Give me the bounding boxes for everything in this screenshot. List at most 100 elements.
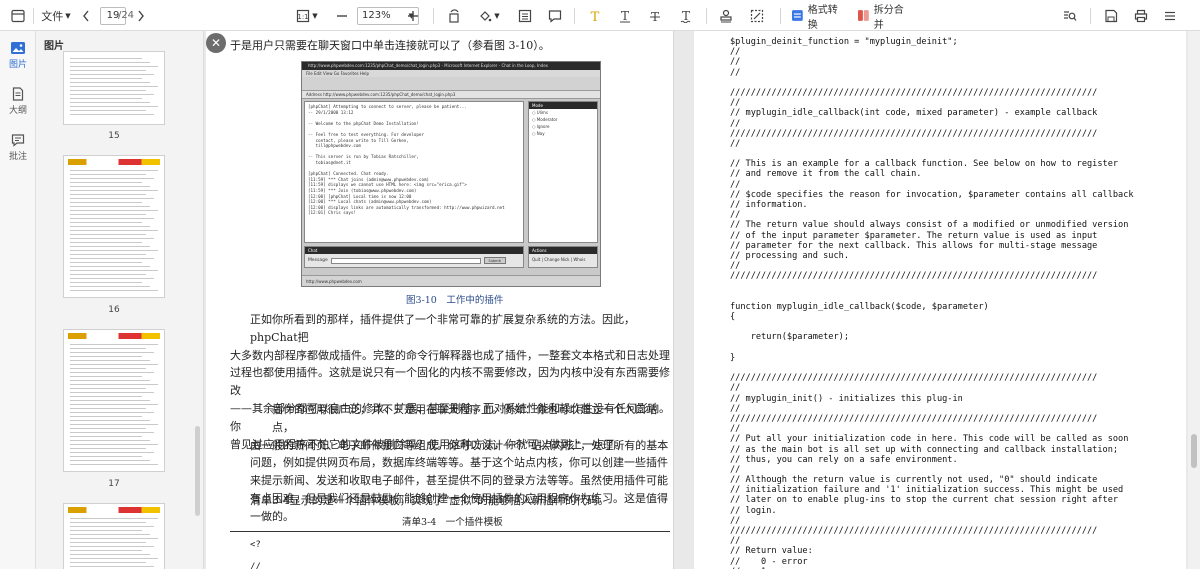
format-convert-button[interactable]: 格式转换 [791, 0, 847, 31]
page-thumbnail-number: 15 [108, 131, 120, 141]
rail-item-outline[interactable]: 大纲 [0, 81, 36, 121]
page-fit-button[interactable]: 1:1 ▼ [292, 0, 322, 31]
code-line: // [730, 67, 741, 78]
close-panel-button[interactable]: ✕ [206, 33, 226, 53]
thumbnail-text-line [70, 412, 154, 413]
code-line: // [730, 98, 741, 109]
document-viewer: ✕ 于是用户只需要在聊天窗口中单击连接就可以了（参看图 3-10）。 http:… [204, 31, 1200, 569]
split-merge-button[interactable]: 拆分合并 [857, 0, 913, 31]
code-line: // [730, 403, 741, 414]
save-button[interactable] [1102, 0, 1120, 31]
text-squiggly-icon: T [680, 9, 691, 23]
thumbnail-text-line [70, 82, 150, 83]
more-menu-button[interactable] [1161, 0, 1179, 31]
toolbar-separator [574, 8, 575, 24]
thumbnail-text-line [70, 408, 146, 409]
rail-item-comments[interactable]: 批注 [0, 127, 36, 167]
rail-item-label: 批注 [8, 151, 27, 162]
thumbnail-text-line [70, 452, 154, 453]
code-line: $plugin_deinit_function = "myplugin_dein… [730, 37, 958, 47]
split-merge-label: 拆分合并 [873, 4, 904, 31]
code-line: // [730, 536, 741, 547]
thumbnail-text-line [70, 218, 154, 219]
signature-button[interactable] [748, 0, 766, 31]
code-line: // The return value should always consis… [730, 220, 1129, 231]
code-line: // [730, 57, 741, 68]
zoom-out-button[interactable] [335, 0, 349, 31]
thumbnail-text-line [70, 102, 150, 103]
caret-down-icon: ▼ [312, 11, 318, 20]
read-mode-button[interactable] [516, 0, 534, 31]
text-line: 过程也都使用插件。这就是说只有一个固化的内核不需要修改，因为内核中没有东西需要修… [230, 366, 670, 398]
thumbnail-text-line [70, 242, 142, 243]
page-thumbnail[interactable] [63, 155, 165, 298]
toolbar-separator [780, 8, 781, 24]
strikethrough-text-button[interactable]: T [646, 0, 664, 31]
thumbnail-text-line [70, 424, 158, 425]
thumbnail-text-line [70, 526, 154, 527]
thumbnail-text-line [70, 70, 146, 71]
thumbnail-text-line [70, 222, 142, 223]
signature-icon [750, 9, 764, 22]
code-line: // $code specifies the reason for invoca… [730, 189, 1134, 200]
thumbnail-text-line [70, 542, 146, 543]
thumbnail-text-line [70, 74, 154, 75]
intro-text: 于是用户只需要在聊天窗口中单击连接就可以了（参看图 3-10）。 [230, 39, 550, 52]
rail-item-images[interactable]: 图片 [0, 35, 36, 75]
menu-toggle-button[interactable] [8, 0, 28, 31]
thumbnail-text-line [70, 110, 146, 111]
text-strike-icon: T [650, 10, 660, 23]
code-line: { [730, 312, 736, 323]
figure-menu-bar: File Edit View Go Favorites Help [302, 70, 600, 77]
comment-button[interactable] [546, 0, 564, 31]
squiggly-text-button[interactable]: T [677, 0, 695, 31]
prev-page-button[interactable] [80, 0, 92, 31]
thumbnail-text-line [70, 246, 150, 247]
thumbnail-text-line [70, 538, 158, 539]
figure-actions-panel: Actions Quit | Change Nick | Whois [528, 246, 598, 268]
code-line: // [730, 210, 741, 221]
highlight-text-button[interactable]: T [586, 0, 604, 31]
text-line: 大多数内部程序都做成插件。完整的命令行解释器也成了插件，一整套文本格式和日志处理 [230, 348, 670, 362]
thumbnail-text-line [70, 534, 150, 535]
thumbnail-text-line [70, 62, 150, 63]
underline-text-button[interactable]: T [616, 0, 634, 31]
print-button[interactable] [1132, 0, 1150, 31]
thumbnail-text-line [70, 384, 158, 385]
rotate-button[interactable] [446, 0, 462, 31]
file-menu-label: 文件 [41, 9, 64, 23]
page-thumbnail[interactable] [63, 51, 165, 125]
figure-mode-option: ○ Nay [532, 131, 545, 136]
thumbnail-text-line [70, 94, 154, 95]
viewer-scrollbar-thumb[interactable] [1191, 434, 1197, 468]
next-page-button[interactable] [135, 0, 147, 31]
thumbnail-text-line [70, 290, 158, 291]
rail-item-label: 图片 [8, 59, 27, 70]
fill-color-button[interactable]: ▼ [476, 0, 502, 31]
caret-down-icon: ▼ [494, 11, 500, 20]
thumbnail-text-line [70, 262, 142, 263]
thumbnail-text-line [70, 416, 142, 417]
viewer-scrollbar[interactable] [1188, 31, 1200, 569]
figure-mode-option: ○ Ulims [532, 110, 548, 115]
page-thumbnail[interactable] [63, 503, 165, 569]
thumbnail-text-line [70, 186, 150, 187]
page-thumbnail[interactable] [63, 329, 165, 472]
svg-text:T: T [591, 10, 600, 23]
figure-mode-option: ○ Moderator [532, 117, 558, 122]
file-menu-button[interactable]: 文件 ▼ [40, 0, 72, 31]
thumbnail-text-line [70, 550, 142, 551]
code-line: // [730, 261, 741, 272]
thumbnail-text-line [70, 388, 146, 389]
code-line: function myplugin_idle_callback($code, $… [730, 301, 989, 312]
thumbnail-text-line [70, 554, 150, 555]
thumbnail-scrollbar[interactable] [195, 426, 200, 516]
search-button[interactable] [1061, 0, 1079, 31]
stamp-button[interactable] [717, 0, 735, 31]
zoom-in-button[interactable] [406, 0, 420, 31]
text-line: 正如你所看到的那样，插件提供了一个非常可靠的扩展复杂系统的方法。因此， phpC… [250, 313, 635, 344]
stamp-icon [720, 9, 732, 22]
figure-mode-title: Mode [529, 102, 597, 109]
thumbnail-text-line [70, 400, 150, 401]
